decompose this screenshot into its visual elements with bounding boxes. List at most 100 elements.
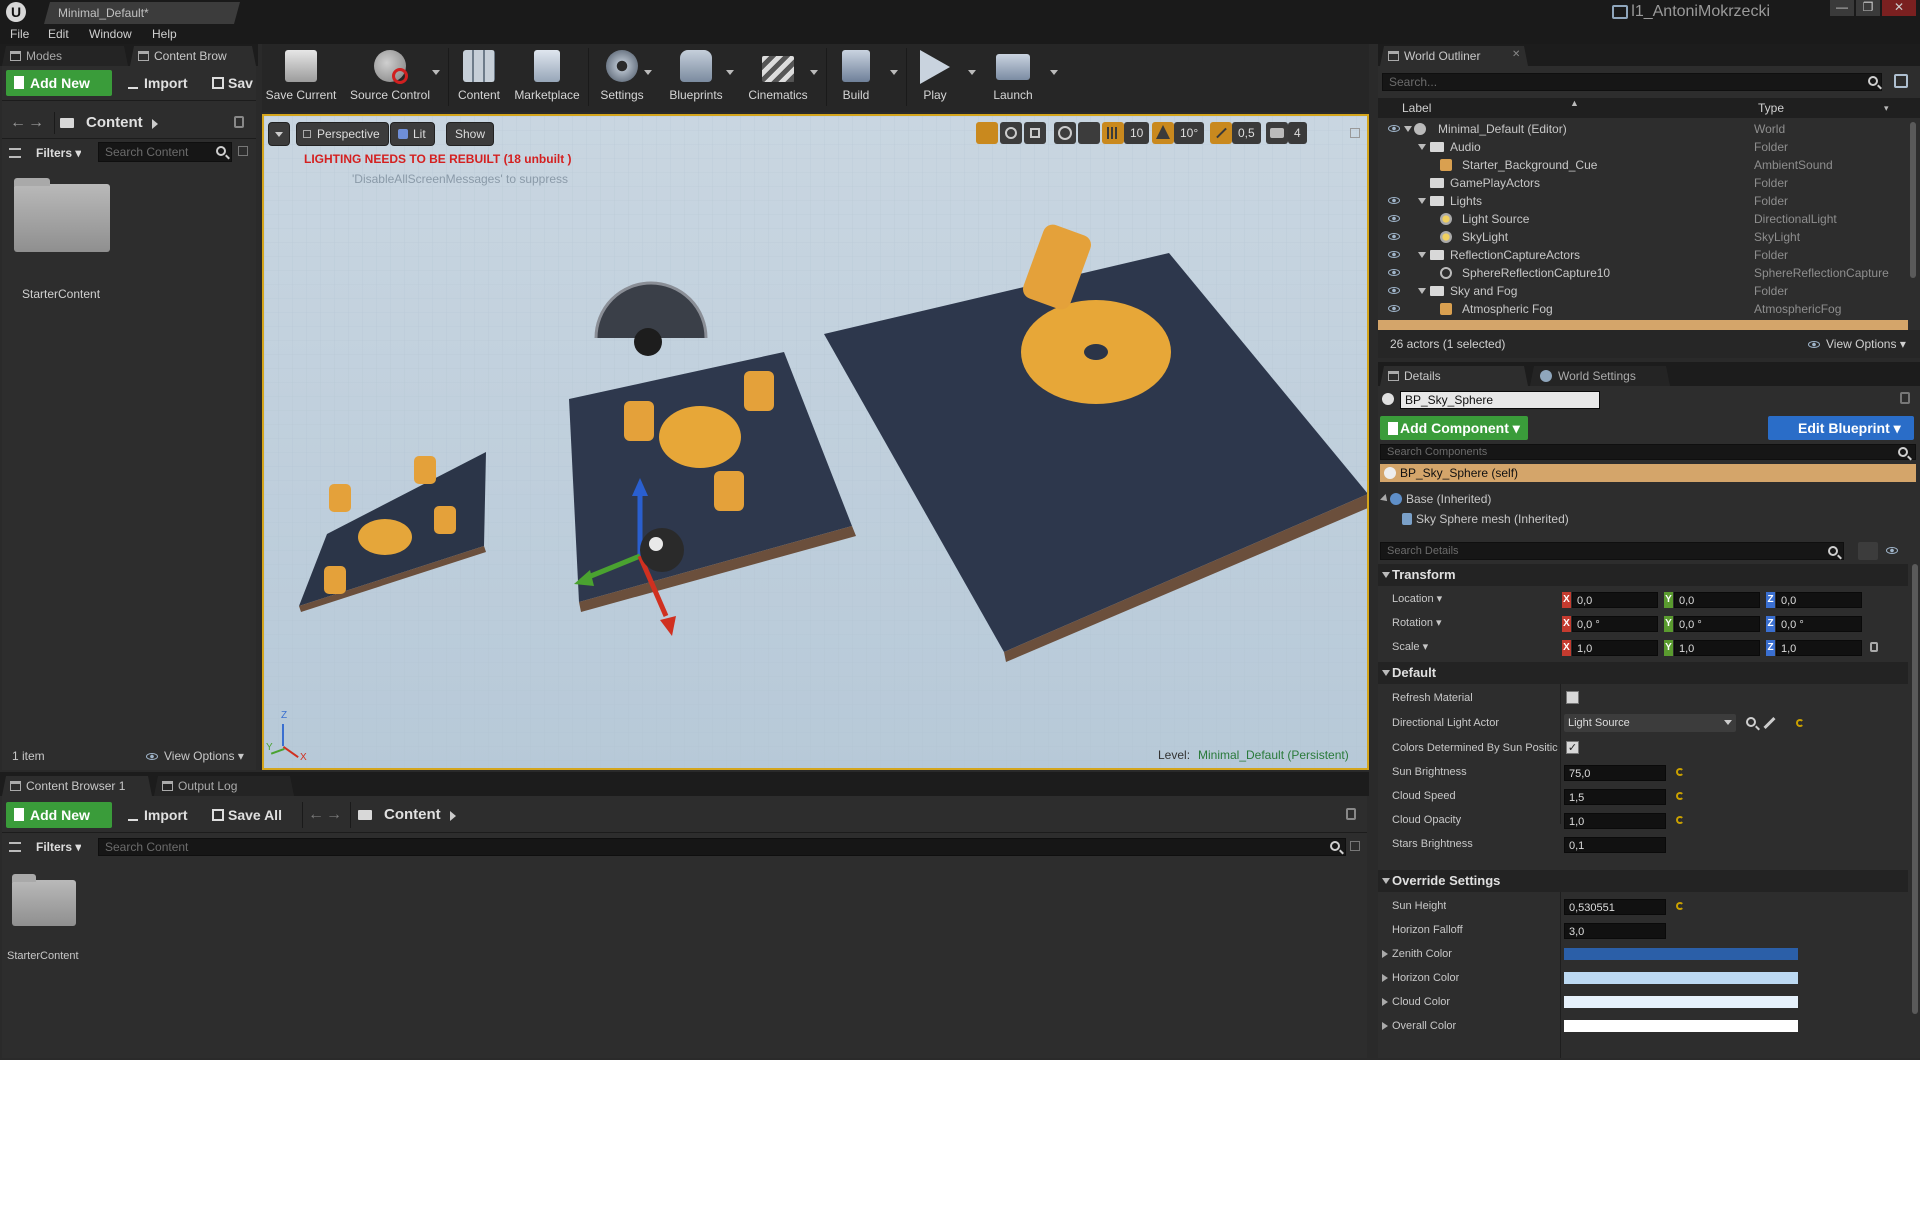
expand-arrow-icon[interactable] xyxy=(1382,1022,1388,1030)
level-tab[interactable]: Minimal_Default* xyxy=(44,2,240,24)
view-options-button[interactable]: View Options ▾ xyxy=(164,749,244,763)
launch-button[interactable]: Launch xyxy=(984,48,1042,106)
sun-brightness-input[interactable]: 75,0 xyxy=(1564,765,1666,781)
forward-arrow-icon[interactable]: → xyxy=(28,115,44,131)
perspective-button[interactable]: Perspective xyxy=(296,122,389,146)
outliner-row[interactable]: Light Source DirectionalLight xyxy=(1378,210,1908,228)
folder-label[interactable]: StarterContent xyxy=(22,287,100,301)
rotation-x-input[interactable]: 0,0 ° xyxy=(1572,616,1658,632)
content-button[interactable]: Content xyxy=(452,48,506,106)
location-z-input[interactable]: 0,0 xyxy=(1776,592,1862,608)
blueprints-button[interactable]: Blueprints xyxy=(662,48,730,106)
directional-light-actor-select[interactable]: Light Source xyxy=(1564,714,1736,732)
outliner-row[interactable]: Atmospheric Fog AtmosphericFog xyxy=(1378,300,1908,318)
details-scrollbar[interactable] xyxy=(1912,564,1918,1014)
expand-arrow-icon[interactable] xyxy=(1380,494,1390,504)
outliner-row[interactable]: Audio Folder xyxy=(1378,138,1908,156)
override-section-header[interactable]: Override Settings xyxy=(1378,870,1908,892)
location-label[interactable]: Location ▾ xyxy=(1392,589,1442,609)
path-arrow-icon[interactable] xyxy=(152,119,158,129)
stars-brightness-input[interactable]: 0,1 xyxy=(1564,837,1666,853)
scale-mode-icon[interactable] xyxy=(1024,122,1046,144)
path-arrow-icon[interactable] xyxy=(450,811,456,821)
menu-edit[interactable]: Edit xyxy=(48,26,69,42)
component-self-row[interactable]: BP_Sky_Sphere (self) xyxy=(1380,464,1916,482)
reset-icon[interactable] xyxy=(1676,768,1684,776)
menu-file[interactable]: File xyxy=(10,26,29,42)
component-row[interactable]: Sky Sphere mesh (Inherited) xyxy=(1380,510,1916,528)
location-y-input[interactable]: 0,0 xyxy=(1674,592,1760,608)
viewport-options-button[interactable] xyxy=(268,122,290,146)
horizon-color-swatch[interactable] xyxy=(1564,972,1798,984)
tab-world-outliner[interactable]: World Outliner xyxy=(1380,46,1528,66)
visibility-eye-icon[interactable] xyxy=(1388,251,1400,258)
browse-icon[interactable] xyxy=(1746,717,1756,727)
cinematics-button[interactable]: Cinematics xyxy=(742,48,814,106)
search-details-input[interactable]: Search Details xyxy=(1380,542,1844,560)
path-content[interactable]: Content xyxy=(384,804,441,826)
expand-arrow-icon[interactable] xyxy=(1382,998,1388,1006)
source-control-button[interactable]: Source Control xyxy=(344,48,436,106)
zenith-color-swatch[interactable] xyxy=(1564,948,1798,960)
visibility-eye-icon[interactable] xyxy=(1388,215,1400,222)
sources-toggle-icon[interactable] xyxy=(9,842,21,852)
expand-arrow-icon[interactable] xyxy=(1404,126,1412,132)
close-tab-icon[interactable]: ✕ xyxy=(1512,49,1520,60)
starter-content-folder-icon[interactable] xyxy=(14,178,110,252)
build-button[interactable]: Build xyxy=(830,48,882,106)
outliner-row[interactable]: SkyLight SkyLight xyxy=(1378,228,1908,246)
visibility-eye-icon[interactable] xyxy=(1388,269,1400,276)
rotation-snap-value[interactable]: 10° xyxy=(1174,122,1205,144)
transform-section-header[interactable]: Transform xyxy=(1378,564,1908,586)
rotation-z-input[interactable]: 0,0 ° xyxy=(1776,616,1862,632)
launch-dropdown-icon[interactable] xyxy=(1050,70,1058,75)
menu-help[interactable]: Help xyxy=(152,26,177,42)
lock-icon[interactable] xyxy=(1900,392,1910,404)
view-options-button[interactable]: View Options ▾ xyxy=(1826,337,1906,351)
visibility-eye-icon[interactable] xyxy=(1388,197,1400,204)
rotation-label[interactable]: Rotation ▾ xyxy=(1392,613,1442,633)
lock-scale-icon[interactable] xyxy=(1870,642,1878,652)
add-actor-icon[interactable] xyxy=(1894,74,1908,88)
visibility-eye-icon[interactable] xyxy=(1388,125,1400,132)
outliner-row[interactable]: Lights Folder xyxy=(1378,192,1908,210)
cloud-speed-input[interactable]: 1,5 xyxy=(1564,789,1666,805)
horizon-falloff-input[interactable]: 3,0 xyxy=(1564,923,1666,939)
search-input[interactable]: Search Content xyxy=(98,838,1346,856)
translate-mode-icon[interactable] xyxy=(976,122,998,144)
level-viewport[interactable]: Perspective Lit Show LIGHTING NEEDS TO B… xyxy=(262,114,1369,770)
cloud-color-swatch[interactable] xyxy=(1564,996,1798,1008)
expand-arrow-icon[interactable] xyxy=(1382,974,1388,982)
col-label[interactable]: Label xyxy=(1402,101,1431,115)
cinematics-dropdown-icon[interactable] xyxy=(810,70,818,75)
save-search-icon[interactable] xyxy=(1350,841,1360,851)
actor-name-input[interactable]: BP_Sky_Sphere xyxy=(1400,391,1600,409)
back-arrow-icon[interactable]: ← xyxy=(308,807,324,823)
marketplace-button[interactable]: Marketplace xyxy=(508,48,586,106)
scale-snap-icon[interactable] xyxy=(1210,122,1232,144)
scale-z-input[interactable]: 1,0 xyxy=(1776,640,1862,656)
back-arrow-icon[interactable]: ← xyxy=(10,115,26,131)
tab-content-browser-1[interactable]: Content Browser 1 xyxy=(2,776,152,796)
reset-icon[interactable] xyxy=(1796,719,1804,727)
tab-content-browser[interactable]: Content Brow xyxy=(130,46,256,66)
cloud-opacity-input[interactable]: 1,0 xyxy=(1564,813,1666,829)
outliner-row[interactable]: ReflectionCaptureActors Folder xyxy=(1378,246,1908,264)
scale-x-input[interactable]: 1,0 xyxy=(1572,640,1658,656)
reset-icon[interactable] xyxy=(1676,792,1684,800)
col-type[interactable]: Type xyxy=(1758,101,1784,115)
add-new-button[interactable]: Add New xyxy=(6,802,112,828)
overall-color-swatch[interactable] xyxy=(1564,1020,1798,1032)
forward-arrow-icon[interactable]: → xyxy=(326,807,342,823)
outliner-row[interactable]: Sky and Fog Folder xyxy=(1378,282,1908,300)
source-control-icon[interactable] xyxy=(1612,5,1628,19)
rotation-y-input[interactable]: 0,0 ° xyxy=(1674,616,1760,632)
column-options-icon[interactable]: ▾ xyxy=(1884,103,1889,114)
tab-modes[interactable]: Modes xyxy=(2,46,128,66)
grid-snap-icon[interactable] xyxy=(1102,122,1124,144)
visibility-eye-icon[interactable] xyxy=(1388,233,1400,240)
visibility-eye-icon[interactable] xyxy=(1388,305,1400,312)
outliner-row[interactable]: Minimal_Default (Editor) World xyxy=(1378,120,1908,138)
tab-output-log[interactable]: Output Log xyxy=(154,776,294,796)
picker-icon[interactable] xyxy=(1763,716,1776,730)
